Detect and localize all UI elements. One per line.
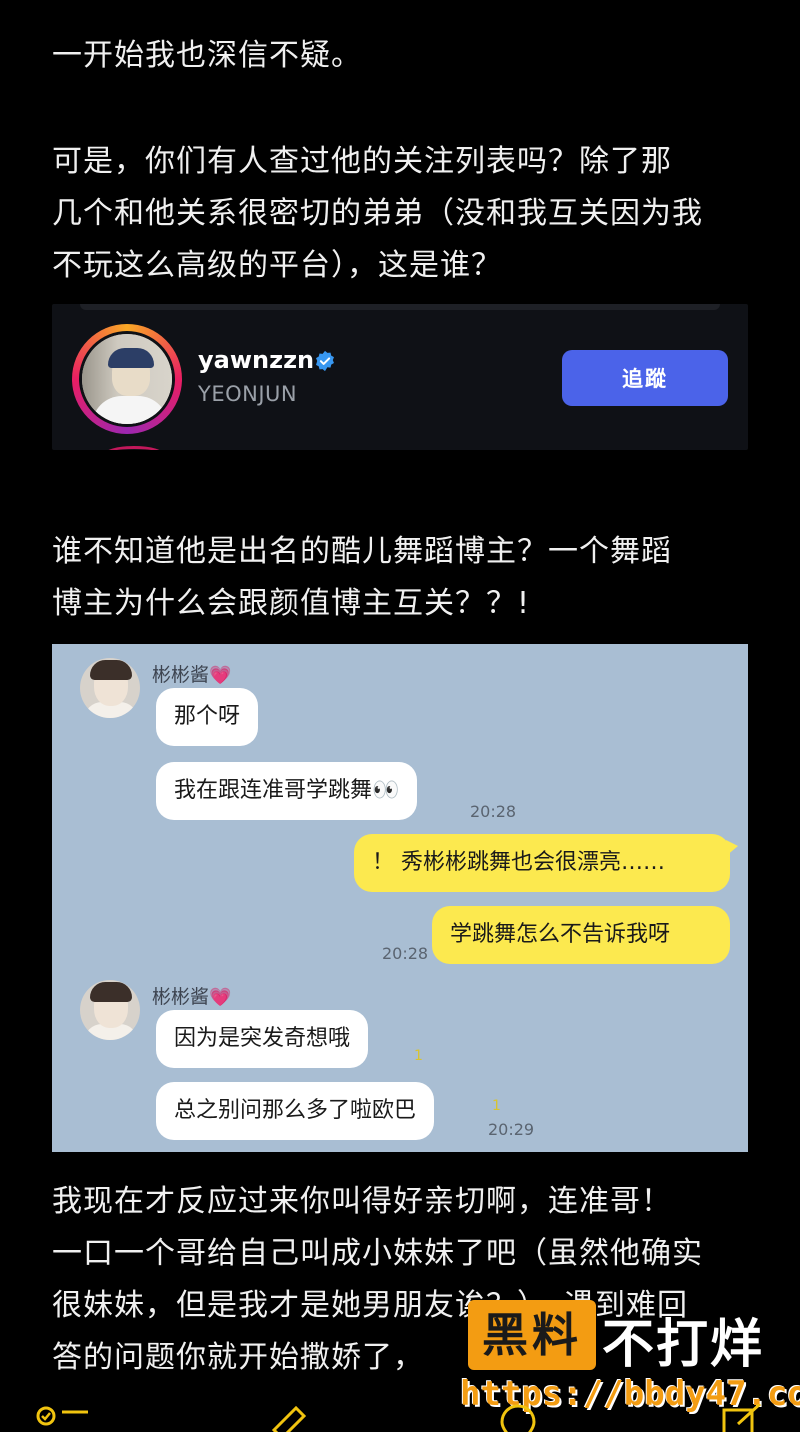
- message-bubble-outgoing[interactable]: 学跳舞怎么不告诉我呀: [432, 906, 730, 964]
- profile-full-name: YEONJUN: [198, 382, 298, 406]
- message-time: 20:28: [470, 802, 517, 821]
- heart-icon: 💗: [209, 665, 232, 686]
- sender-avatar[interactable]: [80, 980, 140, 1040]
- message-time: 20:29: [488, 1120, 535, 1139]
- sender-avatar[interactable]: [80, 658, 140, 718]
- sender-name: 彬彬酱💗: [152, 982, 231, 1009]
- message-bubble-incoming[interactable]: 总之别问那么多了啦欧巴: [156, 1082, 435, 1140]
- story-ring[interactable]: [72, 324, 182, 434]
- paragraph-3: 谁不知道他是出名的酷儿舞蹈博主？一个舞蹈 博主为什么会跟颜值博主互关？？!: [52, 534, 672, 621]
- watermark-logo-box: 黑料: [468, 1300, 596, 1370]
- message-bubble-incoming[interactable]: 我在跟连准哥学跳舞👀: [156, 762, 418, 820]
- watermark-text: 不打烊: [602, 1315, 765, 1375]
- paragraph-2: 可是，你们有人查过他的关注列表吗？除了那 几个和他关系很密切的弟弟（没和我互关因…: [52, 144, 703, 283]
- sender-name-text: 彬彬酱: [152, 664, 210, 686]
- message-bubble-incoming[interactable]: 那个呀: [156, 688, 259, 746]
- sender-name-text: 彬彬酱: [152, 986, 210, 1008]
- follow-button[interactable]: 追蹤: [562, 350, 728, 406]
- read-count: 1: [414, 1048, 423, 1064]
- checklist-icon[interactable]: [36, 1404, 92, 1432]
- chat-screenshot: 彬彬酱💗 那个呀 我在跟连准哥学跳舞👀 20:28 ！ 秀彬彬跳舞也会很漂亮………: [52, 644, 748, 1152]
- read-count: 1: [492, 1098, 501, 1114]
- profile-username[interactable]: yawnzzn: [198, 346, 314, 374]
- message-bubble-outgoing[interactable]: ！ 秀彬彬跳舞也会很漂亮……: [354, 834, 738, 892]
- message-time: 20:28: [382, 944, 429, 963]
- compose-icon[interactable]: [718, 1404, 766, 1432]
- profile-avatar[interactable]: [79, 331, 175, 427]
- heart-icon: 💗: [209, 987, 232, 1008]
- verified-badge-icon: [316, 350, 334, 372]
- edit-icon[interactable]: [266, 1404, 314, 1432]
- location-icon[interactable]: [494, 1404, 542, 1432]
- instagram-follow-card: yawnzzn YEONJUN 追蹤: [52, 304, 748, 450]
- sender-name: 彬彬酱💗: [152, 660, 231, 687]
- next-story-ring: [104, 446, 164, 450]
- paragraph-1: 一开始我也深信不疑。: [52, 38, 362, 73]
- card-top-divider: [80, 304, 720, 310]
- bottom-toolbar: [0, 1398, 800, 1432]
- message-bubble-incoming[interactable]: 因为是突发奇想哦: [156, 1010, 369, 1068]
